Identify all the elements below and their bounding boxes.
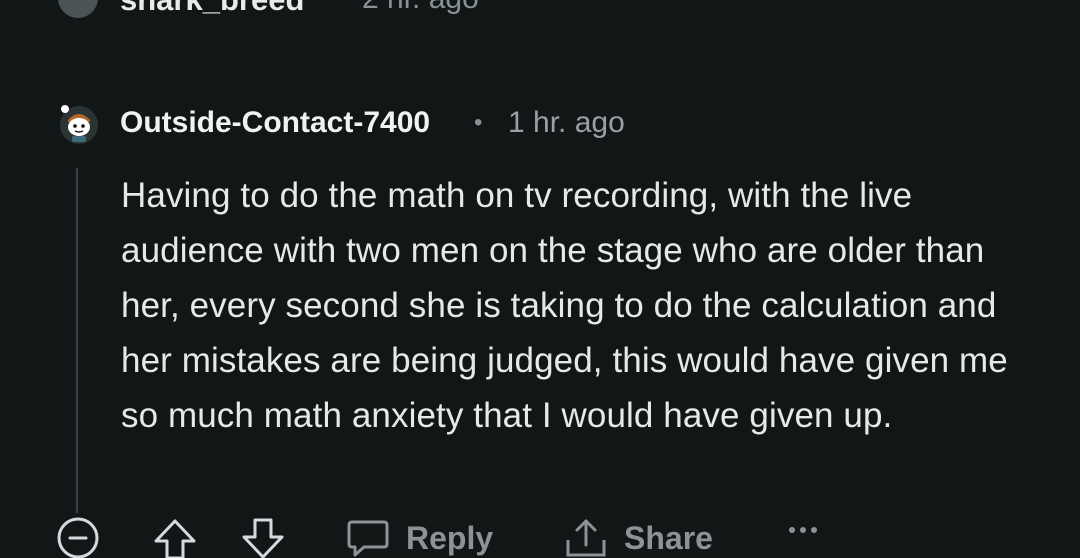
avatar[interactable] — [56, 100, 102, 146]
reply-label: Reply — [406, 520, 494, 556]
previous-comment-avatar[interactable] — [58, 0, 98, 18]
downvote-button[interactable] — [240, 518, 286, 558]
more-icon — [789, 527, 817, 533]
upvote-button[interactable] — [152, 518, 198, 558]
previous-comment-username[interactable]: shark_breed — [120, 0, 304, 18]
thread-line[interactable] — [76, 168, 78, 513]
collapse-icon — [57, 517, 99, 558]
comment-body: Having to do the math on tv recording, w… — [121, 176, 1008, 435]
comment-username[interactable]: Outside-Contact-7400 — [120, 104, 430, 142]
upvote-icon — [154, 519, 196, 558]
share-icon — [566, 519, 606, 557]
previous-comment-time: 2 hr. ago — [362, 0, 479, 16]
reply-button[interactable]: Reply — [346, 518, 493, 558]
comment-action-bar: Reply Share — [0, 510, 1080, 558]
downvote-icon — [242, 518, 284, 558]
share-button[interactable]: Share — [564, 518, 713, 558]
collapse-button[interactable] — [56, 516, 100, 558]
share-label: Share — [624, 520, 713, 556]
reply-icon — [347, 520, 389, 557]
more-options-button[interactable] — [788, 524, 818, 536]
separator-dot: • — [474, 109, 483, 136]
comment-time: 1 hr. ago — [508, 106, 625, 139]
